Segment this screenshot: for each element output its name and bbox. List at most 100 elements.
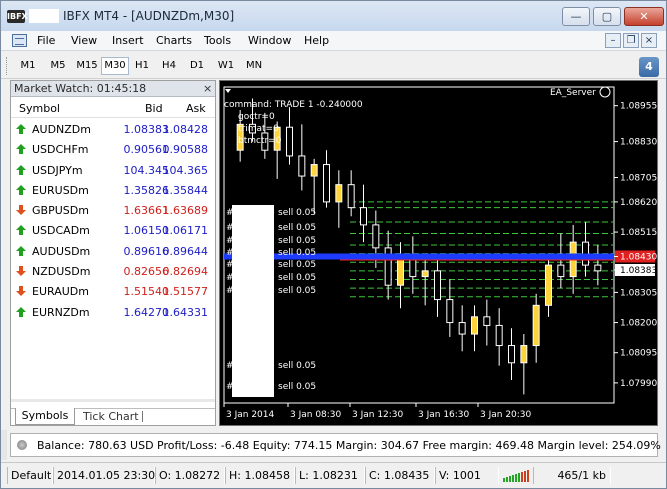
price-tick-label: 1.08830 [620, 138, 657, 148]
order-label: sell 0.05 [278, 223, 316, 233]
terminal-grip[interactable] [1, 430, 7, 460]
timeframe-toolbar: M1 M5 M15 M30 H1 H4 D1 W1 MN 4 [1, 52, 666, 79]
candle-body [421, 270, 429, 278]
candle-body [384, 247, 392, 286]
toolbar-grip[interactable] [6, 57, 9, 75]
price-tick-label: 1.08955 [620, 102, 657, 112]
price-chart[interactable]: command: TRADE 1 -0.240000 goctr=0 trimat=… [219, 80, 658, 426]
tf-m30-button[interactable]: M30 [101, 57, 129, 75]
app-icon: IBFX [7, 10, 28, 23]
symbol-cell: AUDUSDm [32, 244, 91, 258]
signal-bar [518, 473, 520, 482]
candle-body [557, 264, 565, 278]
candle-body [483, 316, 491, 326]
horizontal-scrollbar[interactable] [11, 399, 215, 402]
market-watch-close-button[interactable]: × [203, 82, 212, 95]
status-traffic: 465/1 kb [533, 467, 611, 484]
table-row[interactable]: NZDUSDm 0.82656 0.82694 [11, 261, 215, 281]
signal-bar [521, 472, 523, 482]
table-row[interactable]: GBPUSDm 1.63661 1.63689 [11, 200, 215, 220]
order-label: sell 0.05 [278, 286, 316, 296]
order-marker: # [226, 208, 234, 218]
tf-d1-button[interactable]: D1 [185, 57, 209, 75]
tf-mn-button[interactable]: MN [241, 57, 267, 75]
column-ask[interactable]: Ask [186, 102, 206, 115]
order-label: sell 0.05 [278, 273, 316, 283]
status-high: H: 1.08458 [225, 467, 295, 484]
market-watch-panel: Market Watch: 01:45:18 × Symbol Bid Ask … [10, 80, 216, 426]
title-bar: IBFX IBFX MT4 - [AUDNZDm,M30] — ▢ ✕ [1, 1, 666, 31]
candle-body [446, 299, 454, 324]
comment-line: goctr=0 [238, 112, 275, 122]
tf-w1-button[interactable]: W1 [214, 57, 238, 75]
tab-tick-chart[interactable]: Tick Chart [83, 410, 139, 423]
notifications-badge[interactable]: 4 [639, 57, 659, 77]
candle-body [360, 207, 367, 226]
chart-window-icon[interactable] [12, 34, 27, 47]
order-marker: # [226, 236, 234, 246]
menu-file[interactable]: File [37, 34, 55, 47]
order-marker: # [226, 273, 234, 283]
table-row[interactable]: EURAUDm 1.51540 1.51577 [11, 281, 215, 301]
tf-h1-button[interactable]: H1 [131, 57, 153, 75]
status-datetime: 2014.01.05 23:30 [53, 467, 155, 484]
table-row[interactable]: EURNZDm 1.64270 1.64331 [11, 302, 215, 322]
table-row[interactable]: USDJPYm 104.345 104.365 [11, 160, 215, 180]
minimize-button[interactable]: — [562, 7, 590, 26]
order-marker: # [226, 248, 234, 258]
menu-insert[interactable]: Insert [112, 34, 144, 47]
arrow-up-icon [16, 164, 26, 175]
table-row[interactable]: EURUSDm 1.35826 1.35844 [11, 180, 215, 200]
time-tick-label: 3 Jan 2014 [226, 410, 274, 420]
chart-canvas[interactable]: command: TRADE 1 -0.240000 goctr=0 trimat=… [220, 81, 657, 425]
symbol-cell: USDCADm [32, 224, 90, 238]
tab-symbols[interactable]: Symbols [15, 408, 75, 425]
symbol-cell: EURUSDm [32, 183, 89, 197]
tf-h4-button[interactable]: H4 [157, 57, 181, 75]
market-watch-tabs: Symbols Tick Chart [11, 408, 215, 425]
ask-cell: 0.90588 [162, 143, 209, 157]
tf-m15-button[interactable]: M15 [73, 57, 101, 75]
arrow-down-icon [16, 205, 26, 216]
arrow-up-icon [16, 306, 26, 317]
column-bid[interactable]: Bid [145, 102, 163, 115]
maximize-button[interactable]: ▢ [593, 7, 621, 26]
menu-help[interactable]: Help [304, 34, 329, 47]
candle-body [286, 126, 293, 157]
status-low: L: 1.08231 [295, 467, 365, 484]
arrow-down-icon [16, 266, 26, 277]
signal-bar [512, 475, 514, 482]
table-row[interactable]: USDCHFm 0.90561 0.90588 [11, 139, 215, 159]
table-row[interactable]: AUDNZDm 1.08383 1.08428 [11, 119, 215, 139]
connection-bars-icon [503, 470, 529, 482]
price-tick-label: 1.08515 [620, 228, 657, 238]
mdi-close-button[interactable]: × [641, 33, 657, 48]
tf-m5-button[interactable]: M5 [45, 57, 71, 75]
status-profile[interactable]: Default [7, 467, 53, 484]
symbol-cell: NZDUSDm [32, 265, 91, 279]
table-row[interactable]: USDCADm 1.06150 1.06171 [11, 220, 215, 240]
signal-bar [509, 476, 511, 482]
ask-cell: 0.82694 [162, 265, 209, 279]
candle-body [298, 155, 306, 177]
ask-cell: 1.06171 [162, 224, 209, 238]
menu-window[interactable]: Window [248, 34, 291, 47]
time-tick-label: 3 Jan 08:30 [290, 410, 342, 420]
arrow-up-icon [16, 225, 26, 236]
menu-tools[interactable]: Tools [204, 34, 231, 47]
table-row[interactable]: AUDUSDm 0.89616 0.89644 [11, 241, 215, 261]
candle-body [397, 255, 404, 286]
status-volume: V: 1001 [435, 467, 499, 484]
mdi-minimize-button[interactable]: – [605, 33, 621, 48]
menu-charts[interactable]: Charts [156, 34, 192, 47]
ask-cell: 1.64331 [162, 305, 209, 319]
mdi-restore-button[interactable]: ❐ [623, 33, 639, 48]
candle-body [532, 304, 540, 347]
tf-m1-button[interactable]: M1 [15, 57, 41, 75]
arrow-up-icon [16, 144, 26, 155]
smiley-icon [599, 86, 611, 98]
comment-line: command: TRADE 1 -0.240000 [224, 100, 363, 110]
close-button[interactable]: ✕ [624, 7, 664, 26]
menu-view[interactable]: View [71, 34, 97, 47]
column-symbol[interactable]: Symbol [19, 102, 60, 115]
